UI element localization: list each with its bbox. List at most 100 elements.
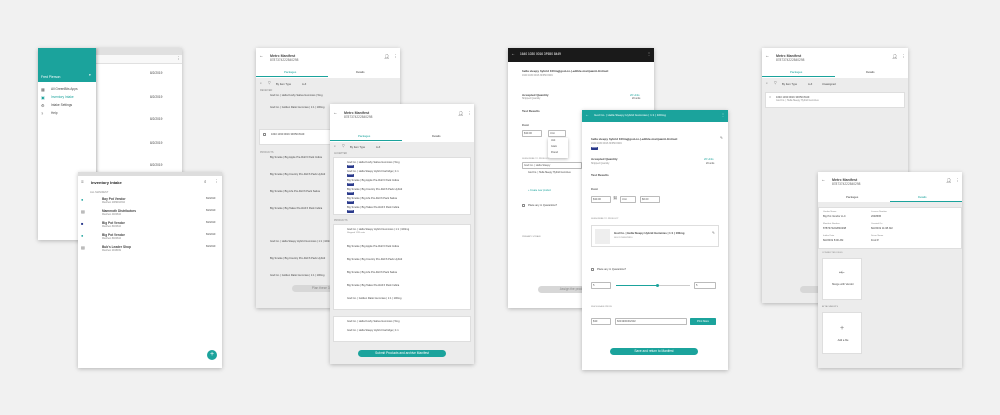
more-icon[interactable]: ⋮	[901, 54, 906, 60]
tab-packages[interactable]: Packages	[846, 195, 858, 199]
drawer-item-settings[interactable]: ⚙ Intake Settings	[38, 102, 96, 110]
dropdown-option[interactable]: Unit	[551, 139, 555, 143]
package-name[interactable]: God Co. | Hella Kushy Sativa Gummies | 5…	[347, 161, 400, 164]
more-icon[interactable]: ⋮	[176, 56, 181, 62]
product-card[interactable]: God Co. | Hella Sleepy Hybrid Gummies | …	[591, 225, 719, 247]
add-file-card[interactable]: + Add a file	[822, 312, 862, 354]
search-icon[interactable]: ⌕	[766, 81, 768, 86]
package-name[interactable]: God Co. | Hella Sleepy Hybrid Gummies | …	[347, 228, 409, 231]
more-icon[interactable]: ⋮	[721, 113, 725, 117]
package-name[interactable]: Big Smoke | Big Life Pre-Roll 6 Pack Sat…	[347, 271, 397, 274]
date-label: 8/2/2019	[206, 197, 216, 200]
create-product-link[interactable]: + Create new product	[528, 189, 551, 193]
more-icon[interactable]: ⋮	[214, 179, 219, 185]
edit-icon[interactable]: ✎	[720, 136, 723, 141]
drawer-item-apps[interactable]: ▦ All GreenBits Apps	[38, 86, 96, 94]
unit-select[interactable]: Unit	[620, 196, 636, 203]
date-label: 8/2/2019	[206, 209, 216, 212]
sort-dropdown[interactable]: A-Z	[302, 83, 306, 86]
package-name[interactable]: Big Smoke | Big Country Pre-Roll 6 Pack …	[347, 258, 402, 261]
unit-select[interactable]: Unit	[548, 130, 566, 137]
merge-card[interactable]: ⤝ Merge with Vendor	[822, 258, 862, 300]
more-icon[interactable]: ⋮	[647, 52, 651, 56]
list-item[interactable]: ● Bay Pot Vendor Manifest 2089494394 8/2…	[78, 196, 222, 208]
sort-dropdown[interactable]: A-Z	[808, 83, 812, 86]
more-icon[interactable]: ⋮	[467, 111, 472, 117]
list-item[interactable]: ▤ Mammoth Distributors Manifest 4484844 …	[78, 208, 222, 220]
tab-packages[interactable]: Packages	[284, 70, 296, 74]
package-name[interactable]: Big Smoke | Big Country Pre-Roll 6 Pack …	[347, 188, 402, 191]
quarantine-checkbox[interactable]	[591, 268, 595, 272]
back-icon[interactable]: ←	[585, 113, 589, 117]
filter-dropdown[interactable]: By Item Type	[782, 83, 797, 86]
package-name[interactable]: Big Smoke | Big Life Pre-Roll 6 Pack Sat…	[347, 197, 397, 200]
merge-icon: ⤝	[839, 269, 845, 276]
back-icon[interactable]: ←	[511, 52, 515, 56]
filter-dropdown[interactable]: By Item Type	[276, 83, 291, 86]
submit-button[interactable]: Submit Products and archive Manifest	[358, 350, 446, 357]
tab-details[interactable]: Details	[866, 70, 875, 74]
package-card[interactable]: ○ 1640 1030 0016 3F650 8449 God Co. | He…	[765, 92, 905, 108]
unit-cost-input[interactable]: $6.00	[640, 196, 660, 203]
checkbox[interactable]	[263, 133, 267, 137]
filter-icon[interactable]: ▽	[268, 81, 271, 86]
status-filter[interactable]: Unassigned	[822, 83, 836, 86]
save-button[interactable]: Save and return to Manifest	[610, 348, 698, 355]
list-item[interactable]: ● Big Pot Vendor Manifest 8484844 8/2/20…	[78, 232, 222, 244]
quarantine-slider[interactable]	[616, 283, 690, 287]
package-name[interactable]: Big Smoke | Big Takes Pre-Roll 6 Pack In…	[347, 206, 399, 209]
sort-dropdown[interactable]: A-Z	[376, 146, 380, 149]
drawer-item-help[interactable]: ? Help	[38, 110, 96, 118]
package-name[interactable]: God Co. | Hella Kushy Sativa Gummies | 5…	[347, 320, 400, 323]
person-icon[interactable]: 👤︎	[946, 178, 952, 184]
back-icon[interactable]: ←	[333, 110, 338, 116]
price-input[interactable]: $30	[591, 318, 611, 325]
package-name[interactable]: Big Smoke | Big Takes Pre-Roll 6 Pack In…	[347, 284, 399, 287]
radio-icon[interactable]: ○	[769, 95, 771, 100]
quarantine-checkbox[interactable]	[522, 204, 526, 208]
dropdown-option[interactable]: Pound	[551, 151, 558, 155]
filter-dropdown[interactable]: By Item Type	[350, 146, 365, 149]
list-item[interactable]: ▤ Bub's Leader Shop Manifest 2948499 8/2…	[78, 244, 222, 256]
add-button[interactable]: +	[207, 350, 217, 360]
cost-input[interactable]: $30.00	[591, 196, 611, 203]
accepted-qty[interactable]: 20 Units	[704, 158, 714, 161]
barcode-input[interactable]: 8231900302332	[615, 318, 687, 325]
slider-handle[interactable]	[656, 283, 659, 287]
person-icon[interactable]: 👤︎	[458, 111, 464, 117]
edit-icon[interactable]: ✎	[712, 231, 715, 236]
package-name[interactable]: Big Smoke | Big Apple Pre-Roll 6 Pack In…	[347, 179, 399, 182]
search-icon[interactable]: ⌕	[260, 81, 262, 86]
back-icon[interactable]: ←	[821, 177, 826, 183]
remaining-qty-input[interactable]: 5	[694, 282, 716, 289]
filter-icon[interactable]: ▽	[342, 144, 345, 149]
search-icon[interactable]: ⌕	[334, 144, 336, 149]
package-name[interactable]: Big Smoke | Big Apple Pre-Roll 6 Pack In…	[347, 245, 399, 248]
list-item[interactable]: ■ Big Pot Vendor Manifest 8484844 8/2/20…	[78, 220, 222, 232]
tab-details[interactable]: Details	[432, 134, 441, 138]
cost-input[interactable]: $30.00	[522, 130, 542, 137]
person-icon[interactable]: 👤︎	[384, 54, 390, 60]
product-search-input[interactable]: God Co. | Hella Sleepy	[522, 162, 582, 169]
tab-packages[interactable]: Packages	[358, 134, 370, 138]
menu-icon[interactable]: ≡	[81, 179, 84, 185]
print-button[interactable]: Print More	[690, 318, 716, 325]
drawer-item-intake[interactable]: ▣ Inventory Intake	[38, 94, 96, 102]
package-name[interactable]: God Co. | Hella Sleepy Hybrid Cartridge …	[347, 170, 399, 173]
more-icon[interactable]: ⋮	[393, 54, 398, 60]
package-name[interactable]: God Co. | Hella Sleepy Hybrid Cartridge …	[347, 329, 399, 332]
person-icon[interactable]: 👤︎	[892, 54, 898, 60]
back-icon[interactable]: ←	[259, 53, 264, 59]
tab-details[interactable]: Details	[356, 70, 365, 74]
product-suggestion[interactable]: God Co. | Hella Sleepy Hybrid Gummies	[528, 171, 571, 175]
tab-packages[interactable]: Packages	[790, 70, 802, 74]
quarantine-qty-input[interactable]: 5	[591, 282, 611, 289]
back-icon[interactable]: ←	[765, 53, 770, 59]
chevron-down-icon[interactable]: ▾	[89, 73, 91, 78]
dropdown-option[interactable]: Gram	[551, 145, 557, 149]
package-name[interactable]: God Co. | Golden Ratio Gummies | 1:1 | 1…	[347, 297, 402, 300]
filter-icon[interactable]: ▽	[774, 81, 777, 86]
tab-details[interactable]: Details	[918, 195, 927, 199]
search-icon[interactable]: ⌕	[204, 179, 207, 185]
more-icon[interactable]: ⋮	[955, 178, 960, 184]
